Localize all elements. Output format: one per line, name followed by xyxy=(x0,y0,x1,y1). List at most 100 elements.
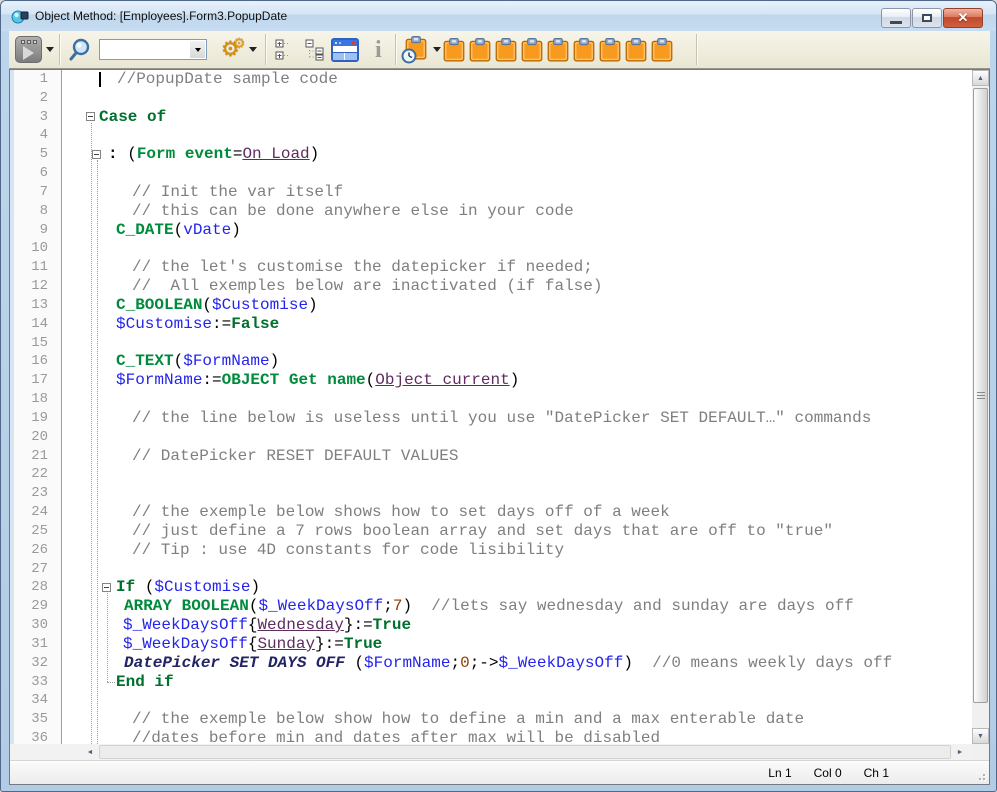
clipboard-button-8[interactable] xyxy=(625,38,651,62)
titlebar[interactable]: Object Method: [Employees].Form3.PopupDa… xyxy=(1,1,997,31)
line-number: 22 xyxy=(16,465,48,484)
code-line[interactable]: Case of xyxy=(63,108,974,127)
clipboard-button-4[interactable] xyxy=(521,38,547,62)
line-number: 32 xyxy=(16,654,48,673)
search-input[interactable] xyxy=(99,39,207,60)
scrollbar-corner xyxy=(972,744,989,760)
code-token: End if xyxy=(116,673,174,691)
separator xyxy=(265,34,266,65)
clipboard-button-9[interactable] xyxy=(651,38,677,62)
code-line[interactable]: // the exemple below shows how to set da… xyxy=(63,503,974,522)
horizontal-scrollbar[interactable]: ◄ ► xyxy=(10,744,974,760)
code-line[interactable]: //PopupDate sample code xyxy=(63,70,974,89)
code-line[interactable] xyxy=(63,691,974,710)
fold-toggle[interactable] xyxy=(102,583,111,592)
code-line[interactable]: : (Form event=On Load) xyxy=(63,145,974,164)
expand-all-button[interactable] xyxy=(275,31,293,68)
vertical-scrollbar[interactable]: ▲ ▼ xyxy=(972,70,989,744)
code-token: Sunday xyxy=(257,635,315,653)
code-line[interactable] xyxy=(63,428,974,447)
vertical-scroll-thumb[interactable] xyxy=(973,88,988,703)
code-token: ( xyxy=(249,597,259,615)
clipboard-button-3[interactable] xyxy=(495,38,521,62)
scroll-right-button[interactable]: ► xyxy=(952,744,968,760)
clipboard-button-6[interactable] xyxy=(573,38,599,62)
code-line[interactable] xyxy=(63,465,974,484)
code-line[interactable]: // Tip : use 4D constants for code lisib… xyxy=(63,541,974,560)
code-line[interactable]: // Init the var itself xyxy=(63,183,974,202)
clipboard-history-dropdown-arrow[interactable] xyxy=(433,47,441,52)
scroll-down-button[interactable]: ▼ xyxy=(972,728,989,744)
clipboard-button-2[interactable] xyxy=(469,38,495,62)
code-line[interactable]: // DatePicker RESET DEFAULT VALUES xyxy=(63,447,974,466)
code-line[interactable]: End if xyxy=(63,673,974,692)
code-token: // Tip : use 4D constants for code lisib… xyxy=(132,541,564,559)
code-line[interactable]: // this can be done anywhere else in you… xyxy=(63,202,974,221)
code-area[interactable]: //PopupDate sample code Case of : (Form ev… xyxy=(63,70,974,744)
minimize-button[interactable] xyxy=(881,8,911,28)
code-line[interactable]: $Customise:=False xyxy=(63,315,974,334)
code-line[interactable]: // the exemple below show how to define … xyxy=(63,710,974,729)
code-token: Object current xyxy=(375,371,509,389)
code-token: // DatePicker RESET DEFAULT VALUES xyxy=(132,447,458,465)
code-line[interactable]: // just define a 7 rows boolean array an… xyxy=(63,522,974,541)
code-line[interactable] xyxy=(63,164,974,183)
line-number: 21 xyxy=(16,447,48,466)
maximize-button[interactable] xyxy=(912,8,942,28)
goto-form-button[interactable] xyxy=(331,31,359,68)
macros-button[interactable]: ⚙ ⚙ xyxy=(221,31,257,68)
code-token: $Customise xyxy=(154,578,250,596)
code-line[interactable] xyxy=(63,89,974,108)
code-token: ( xyxy=(366,371,376,389)
code-token: ( xyxy=(174,221,184,239)
code-line[interactable]: C_BOOLEAN($Customise) xyxy=(63,296,974,315)
line-number-gutter[interactable]: 1234567891011121314151617181920212223242… xyxy=(10,70,62,744)
code-line[interactable]: DatePicker SET DAYS OFF ($FormName;0;->$… xyxy=(63,654,974,673)
code-line[interactable]: //dates before min and dates after max w… xyxy=(63,729,974,744)
run-dropdown-arrow[interactable] xyxy=(46,47,54,52)
code-line[interactable]: $_WeekDaysOff{Sunday}:=True xyxy=(63,635,974,654)
code-token: 0 xyxy=(460,654,470,672)
scroll-left-button[interactable]: ◄ xyxy=(82,744,98,760)
fold-toggle[interactable] xyxy=(92,150,101,159)
clipboard-history-button[interactable] xyxy=(403,31,441,68)
macros-dropdown-arrow[interactable] xyxy=(249,47,257,52)
fold-scope-foot xyxy=(107,682,115,683)
run-method-button[interactable] xyxy=(15,31,54,68)
clipboard-button-5[interactable] xyxy=(547,38,573,62)
code-line[interactable]: If ($Customise) xyxy=(63,578,974,597)
collapse-all-button[interactable] xyxy=(305,31,325,68)
code-token: ) xyxy=(402,597,412,615)
code-line[interactable] xyxy=(63,126,974,145)
method-info-button[interactable]: i xyxy=(375,31,382,68)
object-method-window: Object Method: [Employees].Form3.PopupDa… xyxy=(0,0,997,792)
code-line[interactable] xyxy=(63,334,974,353)
line-number: 9 xyxy=(16,221,48,240)
clipboard-button-7[interactable] xyxy=(599,38,625,62)
horizontal-scroll-thumb[interactable] xyxy=(99,745,951,759)
code-line[interactable]: ARRAY BOOLEAN($_WeekDaysOff;7) //lets sa… xyxy=(63,597,974,616)
search-dropdown-button[interactable] xyxy=(190,41,205,58)
window-title: Object Method: [Employees].Form3.PopupDa… xyxy=(35,9,287,23)
code-line[interactable]: $FormName:=OBJECT Get name(Object curren… xyxy=(63,371,974,390)
code-line[interactable]: C_TEXT($FormName) xyxy=(63,352,974,371)
code-line[interactable]: $_WeekDaysOff{Wednesday}:=True xyxy=(63,616,974,635)
code-line[interactable]: C_DATE(vDate) xyxy=(63,221,974,240)
code-token: // the let's customise the datepicker if… xyxy=(132,258,593,276)
code-token: ARRAY BOOLEAN xyxy=(124,597,249,615)
code-line[interactable] xyxy=(63,484,974,503)
clipboard-button-1[interactable] xyxy=(443,38,469,62)
scroll-up-button[interactable]: ▲ xyxy=(972,70,989,86)
code-line[interactable]: // the let's customise the datepicker if… xyxy=(63,258,974,277)
search-icon xyxy=(67,37,93,63)
code-line[interactable]: // the line below is useless until you u… xyxy=(63,409,974,428)
code-token: := xyxy=(212,315,231,333)
code-line[interactable] xyxy=(63,560,974,579)
resize-grip[interactable] xyxy=(975,770,985,780)
code-line[interactable]: // All exemples below are inactivated (i… xyxy=(63,277,974,296)
code-token: C_BOOLEAN xyxy=(116,296,202,314)
code-line[interactable] xyxy=(63,390,974,409)
close-button[interactable]: ✕ xyxy=(943,8,983,28)
fold-toggle[interactable] xyxy=(86,112,95,121)
code-line[interactable] xyxy=(63,239,974,258)
